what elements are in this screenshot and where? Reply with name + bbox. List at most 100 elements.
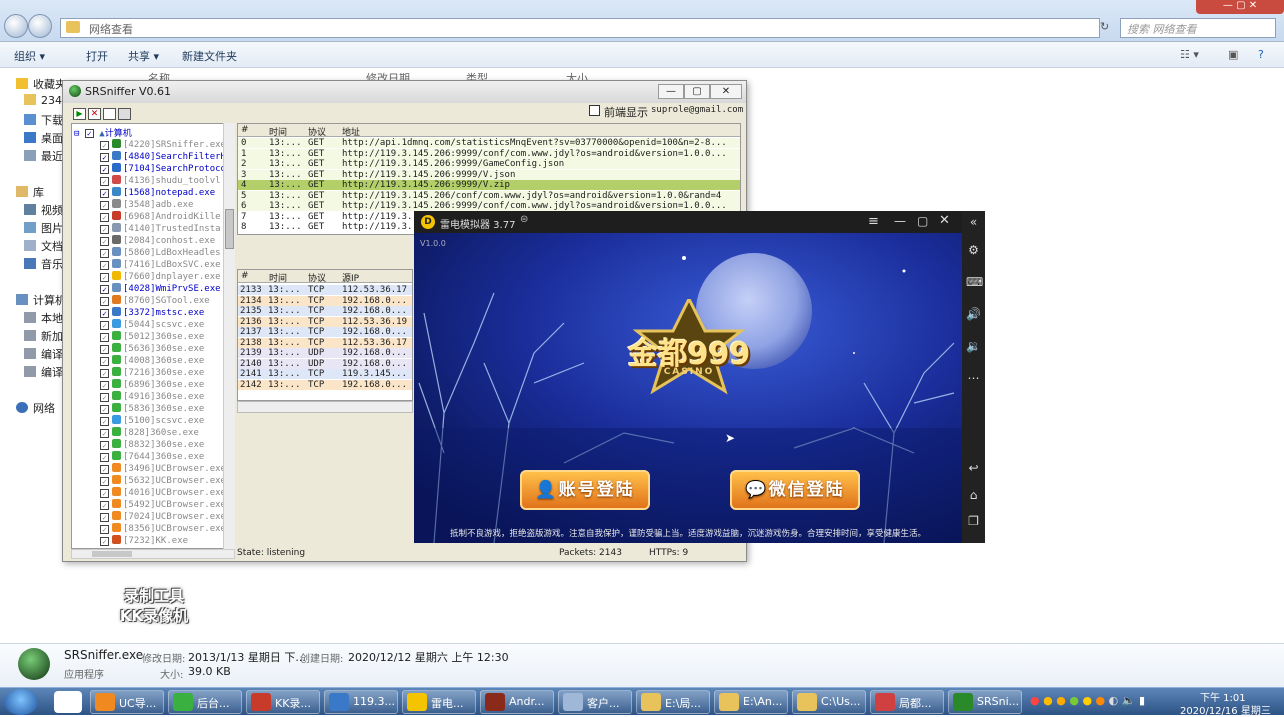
process-item[interactable]: ✓ [8832]360se.exe bbox=[100, 439, 204, 451]
menu-icon[interactable]: ≡ bbox=[868, 214, 879, 229]
nav-pictures[interactable]: 图片 bbox=[24, 220, 63, 236]
process-checkbox[interactable]: ✓ bbox=[100, 417, 109, 426]
process-checkbox[interactable]: ✓ bbox=[100, 237, 109, 246]
process-item[interactable]: ✓ [4028]WmiPrvSE.exe bbox=[100, 283, 221, 295]
taskbar-item[interactable]: E:\An... bbox=[714, 690, 788, 714]
process-checkbox[interactable]: ✓ bbox=[100, 381, 109, 390]
process-checkbox[interactable]: ✓ bbox=[100, 261, 109, 270]
tray-app-icon[interactable]: ● bbox=[1030, 694, 1040, 707]
process-checkbox[interactable]: ✓ bbox=[100, 213, 109, 222]
pinned-app-icon[interactable] bbox=[54, 691, 82, 713]
process-checkbox[interactable]: ✓ bbox=[100, 309, 109, 318]
settings-icon[interactable]: ⚙ bbox=[966, 243, 981, 258]
process-item[interactable]: ✓ [7644]360se.exe bbox=[100, 451, 204, 463]
save-icon[interactable] bbox=[118, 108, 131, 120]
nav-drive-compile1[interactable]: 编译 bbox=[24, 346, 63, 362]
view-icon[interactable]: ☷ ▾ bbox=[1180, 48, 1199, 61]
http-col-index[interactable]: # bbox=[241, 125, 249, 135]
process-checkbox[interactable]: ✓ bbox=[100, 201, 109, 210]
process-checkbox[interactable]: ✓ bbox=[100, 357, 109, 366]
volume-down-icon[interactable]: 🔉 bbox=[966, 339, 981, 354]
process-checkbox[interactable]: ✓ bbox=[100, 489, 109, 498]
process-checkbox[interactable]: ✓ bbox=[100, 393, 109, 402]
clear-icon[interactable] bbox=[103, 108, 116, 120]
process-checkbox[interactable]: ✓ bbox=[100, 345, 109, 354]
frontmost-checkbox[interactable] bbox=[589, 105, 600, 116]
packet-row[interactable]: 2141 13:... TCP 119.3.145... bbox=[238, 369, 412, 379]
process-checkbox[interactable]: ✓ bbox=[100, 429, 109, 438]
process-item[interactable]: ✓ [7416]LdBoxSVC.exe bbox=[100, 259, 221, 271]
account-login-button[interactable]: 👤账号登陆 bbox=[520, 470, 650, 510]
http-row[interactable]: 4 13:... GET http://119.3.145.206:9999/V.zi… bbox=[238, 180, 740, 190]
process-checkbox[interactable]: ✓ bbox=[100, 537, 109, 546]
process-checkbox[interactable]: ✓ bbox=[100, 405, 109, 414]
share-button[interactable]: 共享 ▾ bbox=[128, 48, 159, 64]
close-icon[interactable]: ✕ bbox=[939, 213, 950, 228]
nav-recent[interactable]: 最近 bbox=[24, 148, 63, 164]
nav-downloads[interactable]: 下载 bbox=[24, 112, 63, 128]
process-item[interactable]: ✓ [2084]conhost.exe bbox=[100, 235, 215, 247]
process-item[interactable]: ✓ [5044]scsvc.exe bbox=[100, 319, 204, 331]
recents-icon[interactable]: ❐ bbox=[966, 514, 981, 529]
tray-app-icon[interactable]: ● bbox=[1069, 694, 1079, 707]
http-row[interactable]: 3 13:... GET http://119.3.145.206:9999/V.js… bbox=[238, 169, 740, 180]
http-col-proto[interactable]: 协议 bbox=[308, 125, 326, 138]
raw-col-time[interactable]: 时间 bbox=[269, 271, 287, 284]
process-checkbox[interactable]: ✓ bbox=[100, 285, 109, 294]
process-item[interactable]: ✓ [7232]KK.exe bbox=[100, 535, 188, 547]
process-checkbox[interactable]: ✓ bbox=[100, 165, 109, 174]
collapse-icon[interactable]: « bbox=[966, 215, 981, 230]
close-button[interactable]: ✕ bbox=[710, 84, 742, 99]
organize-button[interactable]: 组织 ▾ bbox=[14, 48, 45, 64]
packet-row[interactable]: 2136 13:... TCP 112.53.36.19 bbox=[238, 316, 412, 327]
process-checkbox[interactable]: ✓ bbox=[100, 369, 109, 378]
process-item[interactable]: ✓ [7216]360se.exe bbox=[100, 367, 204, 379]
wechat-login-button[interactable]: 💬微信登陆 bbox=[730, 470, 860, 510]
address-input[interactable]: 网络查看 bbox=[60, 18, 1100, 38]
process-checkbox[interactable]: ✓ bbox=[100, 525, 109, 534]
packet-row[interactable]: 2140 13:... UDP 192.168.0... bbox=[238, 358, 412, 369]
nav-drive-compile2[interactable]: 编译 bbox=[24, 364, 63, 380]
search-input[interactable]: 搜索 网络查看 bbox=[1120, 18, 1276, 38]
taskbar-item[interactable]: KK录... bbox=[246, 690, 320, 714]
raw-col-proto[interactable]: 协议 bbox=[308, 271, 326, 284]
start-capture-icon[interactable]: ▶ bbox=[73, 108, 86, 120]
nav-drive-local[interactable]: 本地 bbox=[24, 310, 63, 326]
forward-button[interactable] bbox=[28, 14, 52, 38]
nav-favorites[interactable]: 收藏夹 bbox=[16, 76, 66, 92]
volume-up-icon[interactable]: 🔊 bbox=[966, 307, 981, 322]
emulator-titlebar[interactable]: D 雷电模拟器 3.77 ⊜ ≡ — ▢ ✕ bbox=[414, 211, 962, 233]
taskbar-item[interactable]: C:\Us... bbox=[792, 690, 866, 714]
taskbar-item[interactable]: 局都... bbox=[870, 690, 944, 714]
http-col-time[interactable]: 时间 bbox=[269, 125, 287, 138]
http-row[interactable]: 2 13:... GET http://119.3.145.206:9999/Game… bbox=[238, 159, 740, 169]
packet-row[interactable]: 2137 13:... TCP 192.168.0... bbox=[238, 327, 412, 337]
process-item[interactable]: ✓ [4008]360se.exe bbox=[100, 355, 204, 367]
process-item[interactable]: ✓ [7104]SearchProtoco bbox=[100, 163, 226, 175]
packet-row[interactable]: 2135 13:... TCP 192.168.0... bbox=[238, 306, 412, 316]
scroll-thumb[interactable] bbox=[225, 209, 234, 249]
volume-icon[interactable]: 🔈 bbox=[1122, 694, 1136, 707]
process-item[interactable]: ✓ [828]360se.exe bbox=[100, 427, 199, 439]
process-checkbox[interactable]: ✓ bbox=[100, 465, 109, 474]
taskbar-item[interactable]: 客户... bbox=[558, 690, 632, 714]
hscroll-thumb[interactable] bbox=[92, 551, 132, 557]
taskbar-item[interactable]: Andr... bbox=[480, 690, 554, 714]
process-checkbox[interactable]: ✓ bbox=[100, 141, 109, 150]
tree-root[interactable]: ⊟ ✓ ▲计算机 bbox=[74, 126, 132, 139]
process-checkbox[interactable]: ✓ bbox=[100, 321, 109, 330]
process-item[interactable]: ✓ [4136]shudu_toolvl bbox=[100, 175, 221, 187]
gamepad-icon[interactable]: ⊜ bbox=[520, 214, 528, 225]
packet-row[interactable]: 2142 13:... TCP 192.168.0... bbox=[238, 379, 412, 390]
packet-row[interactable]: 2138 13:... TCP 112.53.36.17 bbox=[238, 337, 412, 348]
tray-app-icon[interactable]: ● bbox=[1082, 694, 1092, 707]
http-row[interactable]: 5 13:... GET http://119.3.145.206/conf/com.… bbox=[238, 190, 740, 201]
process-checkbox[interactable]: ✓ bbox=[100, 189, 109, 198]
process-checkbox[interactable]: ✓ bbox=[100, 249, 109, 258]
process-item[interactable]: ✓ [3548]adb.exe bbox=[100, 199, 193, 211]
tray-icons[interactable]: ● ● ● ● ● ● ◐ 🔈 ▮ bbox=[1030, 694, 1145, 707]
minimize-button[interactable]: — bbox=[658, 84, 684, 99]
raw-col-src[interactable]: 源IP bbox=[342, 271, 359, 284]
process-item[interactable]: ✓ [6968]AndroidKille bbox=[100, 211, 221, 223]
window-controls[interactable]: — ▢ ✕ bbox=[1196, 0, 1284, 14]
